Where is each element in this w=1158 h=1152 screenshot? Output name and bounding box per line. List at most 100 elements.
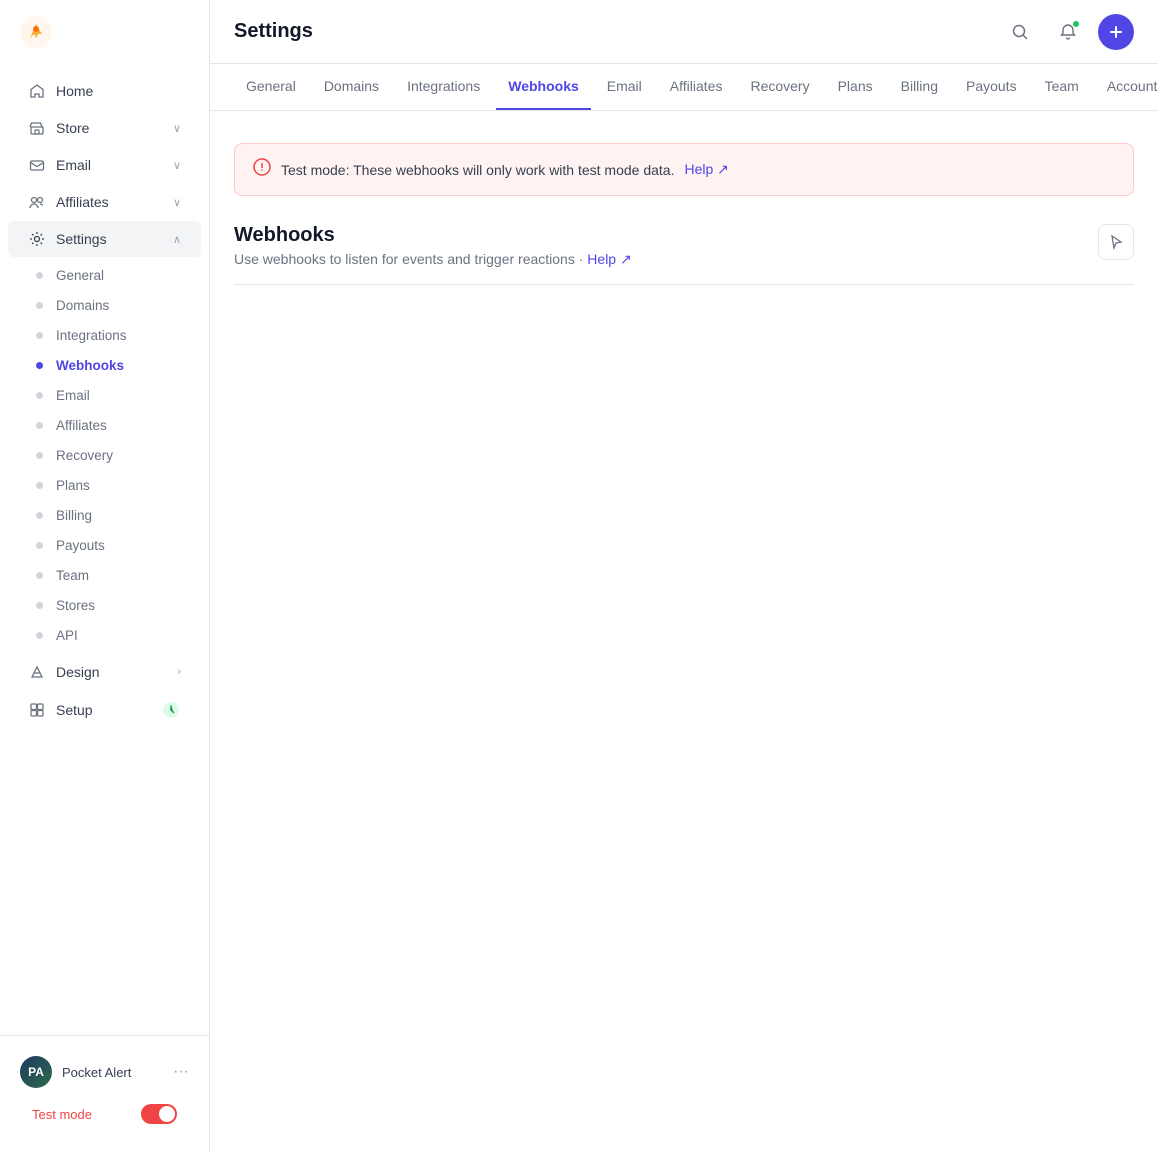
sidebar-item-home-label: Home: [56, 83, 181, 99]
sidebar-item-design-label: Design: [56, 664, 167, 680]
settings-subnav: General Domains Integrations Webhooks Em…: [0, 258, 209, 653]
sidebar: Home Store ∨ Email ∨ Affiliates ∨: [0, 0, 210, 1152]
email-chevron-icon: ∨: [173, 159, 181, 172]
workspace-avatar: PA: [20, 1056, 52, 1088]
settings-chevron-icon: ∧: [173, 233, 181, 246]
test-mode-label: Test mode: [32, 1107, 92, 1122]
topbar-actions: [1002, 14, 1134, 50]
subnav-team-label: Team: [56, 568, 89, 583]
webhooks-section-header: Webhooks Use webhooks to listen for even…: [234, 224, 1134, 268]
test-mode-bar: Test mode: [16, 1096, 193, 1140]
tab-account[interactable]: Account: [1095, 64, 1158, 110]
topbar: Settings: [210, 0, 1158, 64]
subnav-item-webhooks[interactable]: Webhooks: [8, 351, 201, 380]
sidebar-navigation: Home Store ∨ Email ∨ Affiliates ∨: [0, 64, 209, 1035]
store-chevron-icon: ∨: [173, 122, 181, 135]
design-icon: [28, 663, 46, 681]
subnav-item-domains[interactable]: Domains: [8, 291, 201, 320]
setup-badge: [161, 700, 181, 720]
search-icon: [1011, 23, 1029, 41]
tab-payouts[interactable]: Payouts: [954, 64, 1029, 110]
subnav-item-general[interactable]: General: [8, 261, 201, 290]
workspace-switcher[interactable]: PA Pocket Alert ···: [16, 1048, 193, 1096]
sidebar-item-store-label: Store: [56, 120, 163, 136]
tab-billing[interactable]: Billing: [889, 64, 950, 110]
subnav-general-label: General: [56, 268, 104, 283]
search-button[interactable]: [1002, 14, 1038, 50]
subnav-affiliates-label: Affiliates: [56, 418, 107, 433]
tab-general[interactable]: General: [234, 64, 308, 110]
subnav-email-label: Email: [56, 388, 90, 403]
tab-team[interactable]: Team: [1033, 64, 1091, 110]
sidebar-item-setup[interactable]: Setup: [8, 691, 201, 729]
webhooks-title: Webhooks: [234, 224, 632, 247]
add-webhook-button[interactable]: [1098, 224, 1134, 260]
test-mode-toggle[interactable]: [141, 1104, 177, 1124]
alert-text: Test mode: These webhooks will only work…: [281, 162, 674, 178]
sidebar-bottom: PA Pocket Alert ··· Test mode: [0, 1035, 209, 1152]
cursor-icon: [1108, 234, 1124, 250]
email-icon: [28, 156, 46, 174]
subnav-item-recovery[interactable]: Recovery: [8, 441, 201, 470]
store-icon: [28, 119, 46, 137]
alert-circle-icon: [253, 158, 271, 181]
subnav-plans-label: Plans: [56, 478, 90, 493]
webhooks-divider: [234, 284, 1134, 285]
subnav-billing-label: Billing: [56, 508, 92, 523]
tab-plans[interactable]: Plans: [826, 64, 885, 110]
subnav-item-billing[interactable]: Billing: [8, 501, 201, 530]
subnav-api-label: API: [56, 628, 78, 643]
alert-help-link[interactable]: Help ↗: [684, 161, 728, 178]
sidebar-item-settings-label: Settings: [56, 231, 163, 247]
affiliates-icon: [28, 193, 46, 211]
home-icon: [28, 82, 46, 100]
tab-recovery[interactable]: Recovery: [738, 64, 821, 110]
sidebar-item-email-label: Email: [56, 157, 163, 173]
plus-icon: [1108, 24, 1124, 40]
workspace-name: Pocket Alert: [62, 1065, 163, 1080]
test-mode-alert: Test mode: These webhooks will only work…: [234, 143, 1134, 196]
settings-icon: [28, 230, 46, 248]
subnav-webhooks-label: Webhooks: [56, 358, 124, 373]
sidebar-item-affiliates-label: Affiliates: [56, 194, 163, 210]
tab-domains[interactable]: Domains: [312, 64, 391, 110]
page-content: Test mode: These webhooks will only work…: [210, 111, 1158, 1152]
setup-icon: [28, 701, 46, 719]
workspace-menu-button[interactable]: ···: [173, 1063, 189, 1081]
webhooks-help-link[interactable]: Help ↗: [587, 251, 631, 267]
sidebar-item-setup-label: Setup: [56, 702, 151, 718]
app-logo-icon: [20, 16, 52, 48]
tab-integrations[interactable]: Integrations: [395, 64, 492, 110]
add-button[interactable]: [1098, 14, 1134, 50]
subnav-item-integrations[interactable]: Integrations: [8, 321, 201, 350]
subnav-item-stores[interactable]: Stores: [8, 591, 201, 620]
webhooks-description: Use webhooks to listen for events and tr…: [234, 251, 632, 268]
tab-email[interactable]: Email: [595, 64, 654, 110]
subnav-domains-label: Domains: [56, 298, 109, 313]
subnav-item-team[interactable]: Team: [8, 561, 201, 590]
subnav-item-payouts[interactable]: Payouts: [8, 531, 201, 560]
sidebar-item-email[interactable]: Email ∨: [8, 147, 201, 183]
page-title: Settings: [234, 20, 313, 43]
sidebar-item-design[interactable]: Design ›: [8, 654, 201, 690]
sidebar-item-settings[interactable]: Settings ∧: [8, 221, 201, 257]
sidebar-item-home[interactable]: Home: [8, 73, 201, 109]
sidebar-item-store[interactable]: Store ∨: [8, 110, 201, 146]
subnav-item-api[interactable]: API: [8, 621, 201, 650]
subnav-item-affiliates[interactable]: Affiliates: [8, 411, 201, 440]
logo-area: [0, 0, 209, 64]
subnav-item-email[interactable]: Email: [8, 381, 201, 410]
webhooks-title-group: Webhooks Use webhooks to listen for even…: [234, 224, 632, 268]
notifications-button[interactable]: [1050, 14, 1086, 50]
sidebar-item-affiliates[interactable]: Affiliates ∨: [8, 184, 201, 220]
tab-webhooks[interactable]: Webhooks: [496, 64, 591, 110]
subnav-payouts-label: Payouts: [56, 538, 105, 553]
design-chevron-icon: ›: [177, 666, 181, 678]
main-content-area: Settings General: [210, 0, 1158, 1152]
notification-dot: [1072, 20, 1080, 28]
tabs-bar: General Domains Integrations Webhooks Em…: [210, 64, 1158, 111]
tab-affiliates[interactable]: Affiliates: [658, 64, 735, 110]
subnav-item-plans[interactable]: Plans: [8, 471, 201, 500]
affiliates-chevron-icon: ∨: [173, 196, 181, 209]
subnav-stores-label: Stores: [56, 598, 95, 613]
